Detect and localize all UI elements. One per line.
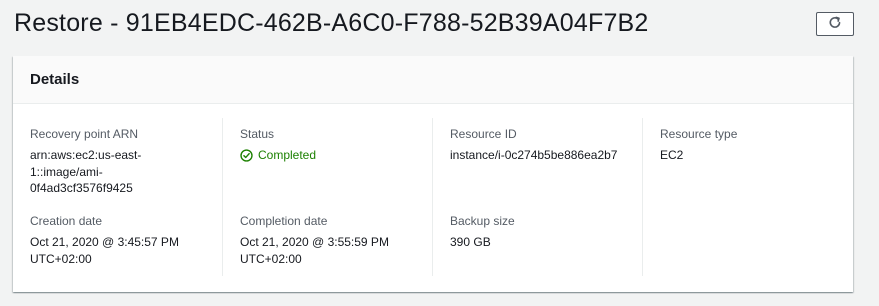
details-column-1: Recovery point ARN arn:aws:ec2:us-east- … [13, 118, 223, 276]
completion-date-label: Completion date [240, 214, 328, 228]
recovery-point-arn-value: arn:aws:ec2:us-east- 1::image/ami- 0f4ad… [30, 147, 215, 197]
recovery-point-arn-line-1: arn:aws:ec2:us-east- [30, 148, 142, 162]
completion-date-line-2: UTC+02:00 [240, 251, 302, 266]
resource-type-value: EC2 [660, 148, 684, 162]
check-circle-icon [240, 149, 253, 162]
details-column-3: Resource ID instance/i-0c274b5be886ea2b7… [433, 118, 643, 276]
recovery-point-arn-label: Recovery point ARN [30, 127, 139, 141]
details-grid: Recovery point ARN arn:aws:ec2:us-east- … [13, 118, 853, 278]
creation-date-value: Oct 21, 2020 @ 3:45:57 PM UTC+02:00 [30, 234, 215, 267]
details-panel-title: Details [30, 71, 80, 88]
creation-date-line-1: Oct 21, 2020 @ 3:45:57 PM [30, 235, 179, 249]
restore-job-page: Restore - 91EB4EDC-462B-A6C0-F788-52B39A… [0, 0, 879, 306]
resource-type-field: Resource type EC2 [660, 126, 845, 164]
details-column-4: Resource type EC2 [643, 118, 853, 276]
page-title: Restore - 91EB4EDC-462B-A6C0-F788-52B39A… [14, 8, 649, 37]
details-panel: Details Recovery point ARN arn:aws:ec2:u… [13, 56, 853, 292]
status-label: Status [240, 127, 275, 141]
status-value: Completed [240, 147, 425, 164]
completion-date-line-1: Oct 21, 2020 @ 3:55:59 PM [240, 235, 389, 249]
creation-date-field: Creation date Oct 21, 2020 @ 3:45:57 PM … [30, 213, 215, 267]
creation-date-line-2: UTC+02:00 [30, 251, 92, 266]
resource-id-label: Resource ID [450, 127, 517, 141]
refresh-button[interactable] [816, 12, 854, 36]
details-panel-header: Details [13, 56, 853, 104]
column-divider [642, 118, 643, 198]
resource-id-value: instance/i-0c274b5be886ea2b7 [450, 148, 618, 162]
refresh-icon [828, 16, 842, 33]
backup-size-label: Backup size [450, 214, 515, 228]
completion-date-field: Completion date Oct 21, 2020 @ 3:55:59 P… [240, 213, 425, 267]
status-field: Status Completed [240, 126, 425, 164]
backup-size-value: 390 GB [450, 235, 491, 249]
creation-date-label: Creation date [30, 214, 103, 228]
completion-date-value: Oct 21, 2020 @ 3:55:59 PM UTC+02:00 [240, 234, 425, 267]
details-column-2: Status Completed Completion date Oct 21,… [223, 118, 433, 276]
recovery-point-arn-line-3: 0f4ad3cf3576f9425 [30, 181, 133, 195]
status-text: Completed [258, 148, 317, 162]
resource-id-field: Resource ID instance/i-0c274b5be886ea2b7 [450, 126, 635, 164]
backup-size-field: Backup size 390 GB [450, 213, 635, 251]
recovery-point-arn-field: Recovery point ARN arn:aws:ec2:us-east- … [30, 126, 215, 197]
recovery-point-arn-line-2: 1::image/ami- [30, 164, 103, 179]
page-header: Restore - 91EB4EDC-462B-A6C0-F788-52B39A… [14, 6, 854, 40]
resource-type-label: Resource type [660, 127, 738, 141]
